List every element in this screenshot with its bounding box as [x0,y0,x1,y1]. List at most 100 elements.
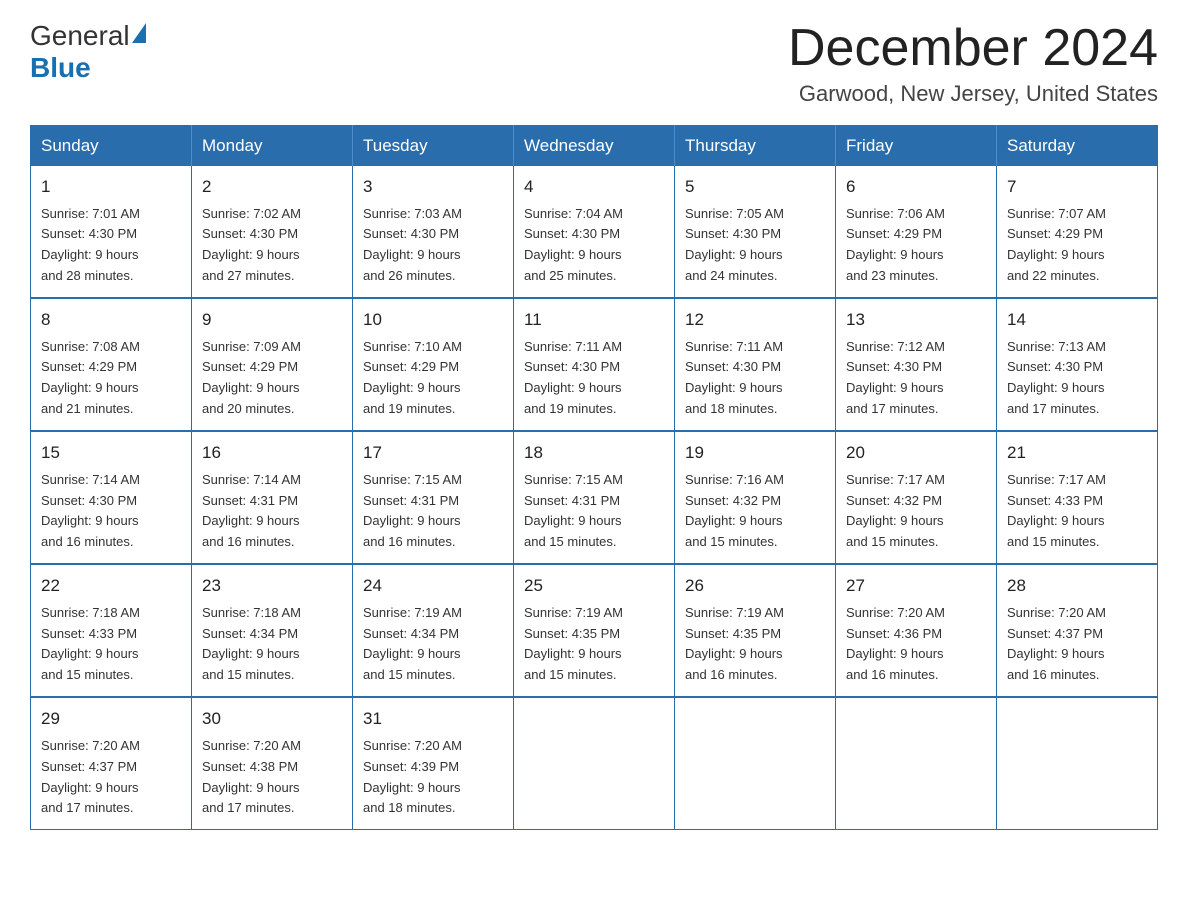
day-number: 27 [846,573,986,599]
calendar-cell [675,697,836,830]
day-number: 24 [363,573,503,599]
day-info: Sunrise: 7:18 AMSunset: 4:33 PMDaylight:… [41,605,140,683]
day-number: 22 [41,573,181,599]
day-number: 25 [524,573,664,599]
calendar-cell: 14 Sunrise: 7:13 AMSunset: 4:30 PMDayligh… [997,298,1158,431]
calendar-cell: 25 Sunrise: 7:19 AMSunset: 4:35 PMDayligh… [514,564,675,697]
day-info: Sunrise: 7:14 AMSunset: 4:31 PMDaylight:… [202,472,301,550]
calendar-cell: 3Sunrise: 7:03 AMSunset: 4:30 PMDaylight… [353,166,514,298]
day-number: 23 [202,573,342,599]
day-number: 4 [524,174,664,200]
day-info: Sunrise: 7:13 AMSunset: 4:30 PMDaylight:… [1007,339,1106,417]
day-number: 19 [685,440,825,466]
calendar-cell: 4 Sunrise: 7:04 AMSunset: 4:30 PMDaylight… [514,166,675,298]
day-number: 18 [524,440,664,466]
day-number: 2 [202,174,342,200]
calendar-cell: 24 Sunrise: 7:19 AMSunset: 4:34 PMDayligh… [353,564,514,697]
calendar-cell: 29Sunrise: 7:20 AMSunset: 4:37 PMDayligh… [31,697,192,830]
calendar-cell: 13 Sunrise: 7:12 AMSunset: 4:30 PMDayligh… [836,298,997,431]
calendar-cell: 31Sunrise: 7:20 AMSunset: 4:39 PMDayligh… [353,697,514,830]
calendar-cell: 20Sunrise: 7:17 AMSunset: 4:32 PMDayligh… [836,431,997,564]
day-number: 30 [202,706,342,732]
logo-triangle-icon [132,23,146,43]
calendar-cell [997,697,1158,830]
calendar-cell: 11 Sunrise: 7:11 AMSunset: 4:30 PMDayligh… [514,298,675,431]
calendar-cell: 9Sunrise: 7:09 AMSunset: 4:29 PMDaylight… [192,298,353,431]
day-number: 26 [685,573,825,599]
day-number: 14 [1007,307,1147,333]
calendar-cell: 19 Sunrise: 7:16 AMSunset: 4:32 PMDayligh… [675,431,836,564]
day-number: 28 [1007,573,1147,599]
day-info: Sunrise: 7:19 AMSunset: 4:34 PMDaylight:… [363,605,462,683]
calendar-cell: 10 Sunrise: 7:10 AMSunset: 4:29 PMDayligh… [353,298,514,431]
calendar-cell: 6 Sunrise: 7:06 AMSunset: 4:29 PMDaylight… [836,166,997,298]
day-info: Sunrise: 7:01 AMSunset: 4:30 PMDaylight:… [41,206,140,284]
day-info: Sunrise: 7:17 AMSunset: 4:32 PMDaylight:… [846,472,945,550]
day-info: Sunrise: 7:12 AMSunset: 4:30 PMDaylight:… [846,339,945,417]
calendar-cell [836,697,997,830]
calendar-cell: 22 Sunrise: 7:18 AMSunset: 4:33 PMDayligh… [31,564,192,697]
calendar-cell: 26 Sunrise: 7:19 AMSunset: 4:35 PMDayligh… [675,564,836,697]
day-number: 12 [685,307,825,333]
day-info: Sunrise: 7:16 AMSunset: 4:32 PMDaylight:… [685,472,784,550]
day-info: Sunrise: 7:11 AMSunset: 4:30 PMDaylight:… [524,339,622,417]
calendar-cell: 23 Sunrise: 7:18 AMSunset: 4:34 PMDayligh… [192,564,353,697]
day-number: 10 [363,307,503,333]
calendar-cell: 16 Sunrise: 7:14 AMSunset: 4:31 PMDayligh… [192,431,353,564]
day-number: 7 [1007,174,1147,200]
calendar-cell: 21Sunrise: 7:17 AMSunset: 4:33 PMDayligh… [997,431,1158,564]
calendar-cell: 2 Sunrise: 7:02 AMSunset: 4:30 PMDaylight… [192,166,353,298]
calendar-cell: 15Sunrise: 7:14 AMSunset: 4:30 PMDayligh… [31,431,192,564]
column-header-monday: Monday [192,126,353,167]
calendar-title: December 2024 [788,20,1158,77]
day-number: 13 [846,307,986,333]
calendar-cell: 5 Sunrise: 7:05 AMSunset: 4:30 PMDaylight… [675,166,836,298]
calendar-cell: 28 Sunrise: 7:20 AMSunset: 4:37 PMDayligh… [997,564,1158,697]
day-number: 16 [202,440,342,466]
calendar-week-row: 15Sunrise: 7:14 AMSunset: 4:30 PMDayligh… [31,431,1158,564]
calendar-cell: 18 Sunrise: 7:15 AMSunset: 4:31 PMDayligh… [514,431,675,564]
day-info: Sunrise: 7:02 AMSunset: 4:30 PMDaylight:… [202,206,301,284]
column-header-sunday: Sunday [31,126,192,167]
day-info: Sunrise: 7:11 AMSunset: 4:30 PMDaylight:… [685,339,783,417]
day-number: 3 [363,174,503,200]
day-info: Sunrise: 7:05 AMSunset: 4:30 PMDaylight:… [685,206,784,284]
calendar-week-row: 1 Sunrise: 7:01 AMSunset: 4:30 PMDaylight… [31,166,1158,298]
calendar-cell: 8Sunrise: 7:08 AMSunset: 4:29 PMDaylight… [31,298,192,431]
calendar-week-row: 22 Sunrise: 7:18 AMSunset: 4:33 PMDayligh… [31,564,1158,697]
calendar-cell: 7Sunrise: 7:07 AMSunset: 4:29 PMDaylight… [997,166,1158,298]
day-number: 6 [846,174,986,200]
day-info: Sunrise: 7:20 AMSunset: 4:38 PMDaylight:… [202,738,301,816]
day-info: Sunrise: 7:15 AMSunset: 4:31 PMDaylight:… [524,472,623,550]
day-number: 5 [685,174,825,200]
day-info: Sunrise: 7:20 AMSunset: 4:39 PMDaylight:… [363,738,462,816]
calendar-subtitle: Garwood, New Jersey, United States [788,81,1158,107]
day-info: Sunrise: 7:19 AMSunset: 4:35 PMDaylight:… [685,605,784,683]
day-info: Sunrise: 7:15 AMSunset: 4:31 PMDaylight:… [363,472,462,550]
column-header-friday: Friday [836,126,997,167]
calendar-cell: 1 Sunrise: 7:01 AMSunset: 4:30 PMDaylight… [31,166,192,298]
calendar-cell: 30 Sunrise: 7:20 AMSunset: 4:38 PMDayligh… [192,697,353,830]
calendar-cell: 17 Sunrise: 7:15 AMSunset: 4:31 PMDayligh… [353,431,514,564]
day-info: Sunrise: 7:06 AMSunset: 4:29 PMDaylight:… [846,206,945,284]
logo: General [30,20,146,52]
page-header: General Blue December 2024 Garwood, New … [30,20,1158,107]
calendar-week-row: 8Sunrise: 7:08 AMSunset: 4:29 PMDaylight… [31,298,1158,431]
calendar-cell: 27Sunrise: 7:20 AMSunset: 4:36 PMDayligh… [836,564,997,697]
calendar-table: SundayMondayTuesdayWednesdayThursdayFrid… [30,125,1158,830]
day-info: Sunrise: 7:10 AMSunset: 4:29 PMDaylight:… [363,339,462,417]
column-header-saturday: Saturday [997,126,1158,167]
day-number: 11 [524,307,664,333]
day-number: 8 [41,307,181,333]
day-number: 1 [41,174,181,200]
day-number: 17 [363,440,503,466]
day-info: Sunrise: 7:20 AMSunset: 4:37 PMDaylight:… [1007,605,1106,683]
column-header-thursday: Thursday [675,126,836,167]
day-number: 9 [202,307,342,333]
day-info: Sunrise: 7:04 AMSunset: 4:30 PMDaylight:… [524,206,623,284]
day-info: Sunrise: 7:18 AMSunset: 4:34 PMDaylight:… [202,605,301,683]
calendar-cell: 12 Sunrise: 7:11 AMSunset: 4:30 PMDayligh… [675,298,836,431]
day-info: Sunrise: 7:14 AMSunset: 4:30 PMDaylight:… [41,472,140,550]
day-info: Sunrise: 7:17 AMSunset: 4:33 PMDaylight:… [1007,472,1106,550]
day-info: Sunrise: 7:19 AMSunset: 4:35 PMDaylight:… [524,605,623,683]
